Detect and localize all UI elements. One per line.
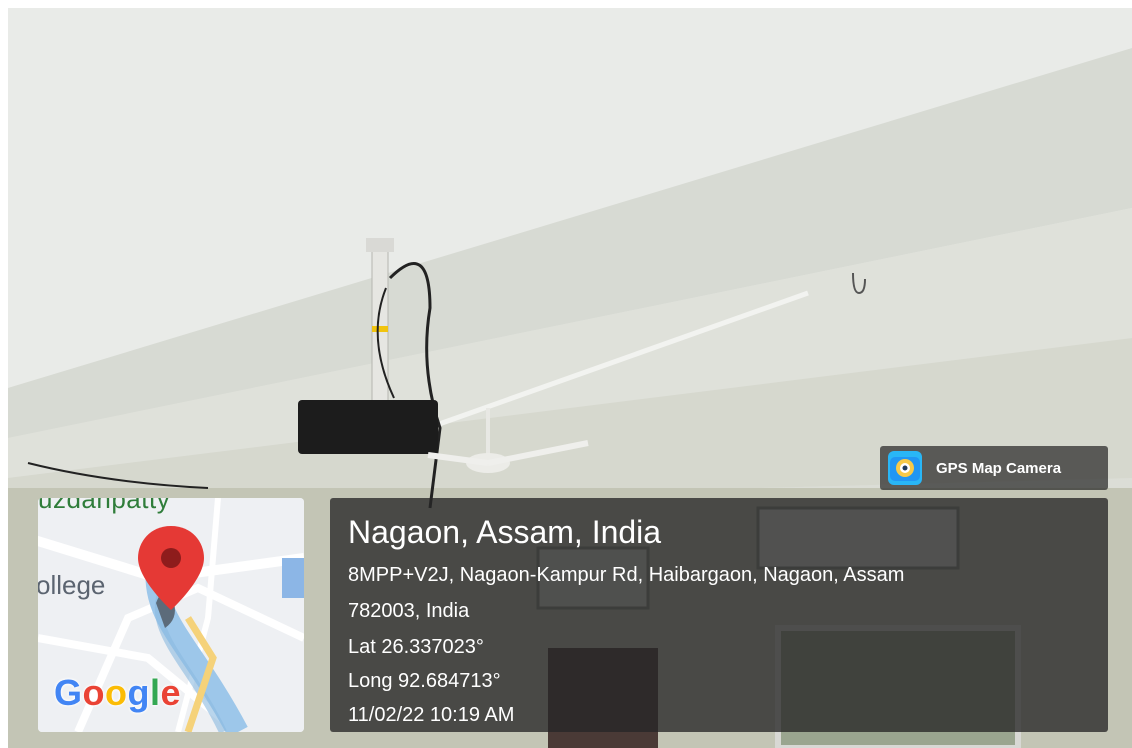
map-label-top: uzdanpatty [38, 498, 171, 514]
datetime: 11/02/22 10:19 AM [348, 704, 515, 726]
google-logo: Google [54, 672, 181, 714]
address-line-2: 782003, India [348, 600, 470, 622]
place-title: Nagaon, Assam, India [348, 514, 662, 550]
location-info-panel: Nagaon, Assam, India 8MPP+V2J, Nagaon-Ka… [330, 498, 1108, 732]
logo-letter: g [127, 672, 151, 713]
latitude: Lat 26.337023° [348, 636, 484, 658]
logo-letter: l [150, 672, 161, 713]
logo-letter: o [82, 672, 106, 713]
gps-map-camera-icon [888, 451, 922, 485]
gps-map-camera-badge: GPS Map Camera [880, 446, 1108, 490]
pole-band [372, 326, 388, 332]
app-name: GPS Map Camera [936, 459, 1062, 477]
photo: GPS Map Camera uzdanpatty ollege Google … [8, 8, 1132, 748]
longitude: Long 92.684713° [348, 670, 501, 692]
logo-letter: G [54, 672, 83, 713]
map-thumbnail[interactable]: uzdanpatty ollege Google [38, 498, 304, 732]
projector [298, 400, 438, 454]
logo-letter: e [160, 672, 182, 713]
logo-letter: o [105, 672, 128, 713]
map-label-college: ollege [38, 570, 106, 600]
address-line-1: 8MPP+V2J, Nagaon-Kampur Rd, Haibargaon, … [348, 564, 905, 586]
mount-plate [366, 238, 394, 252]
